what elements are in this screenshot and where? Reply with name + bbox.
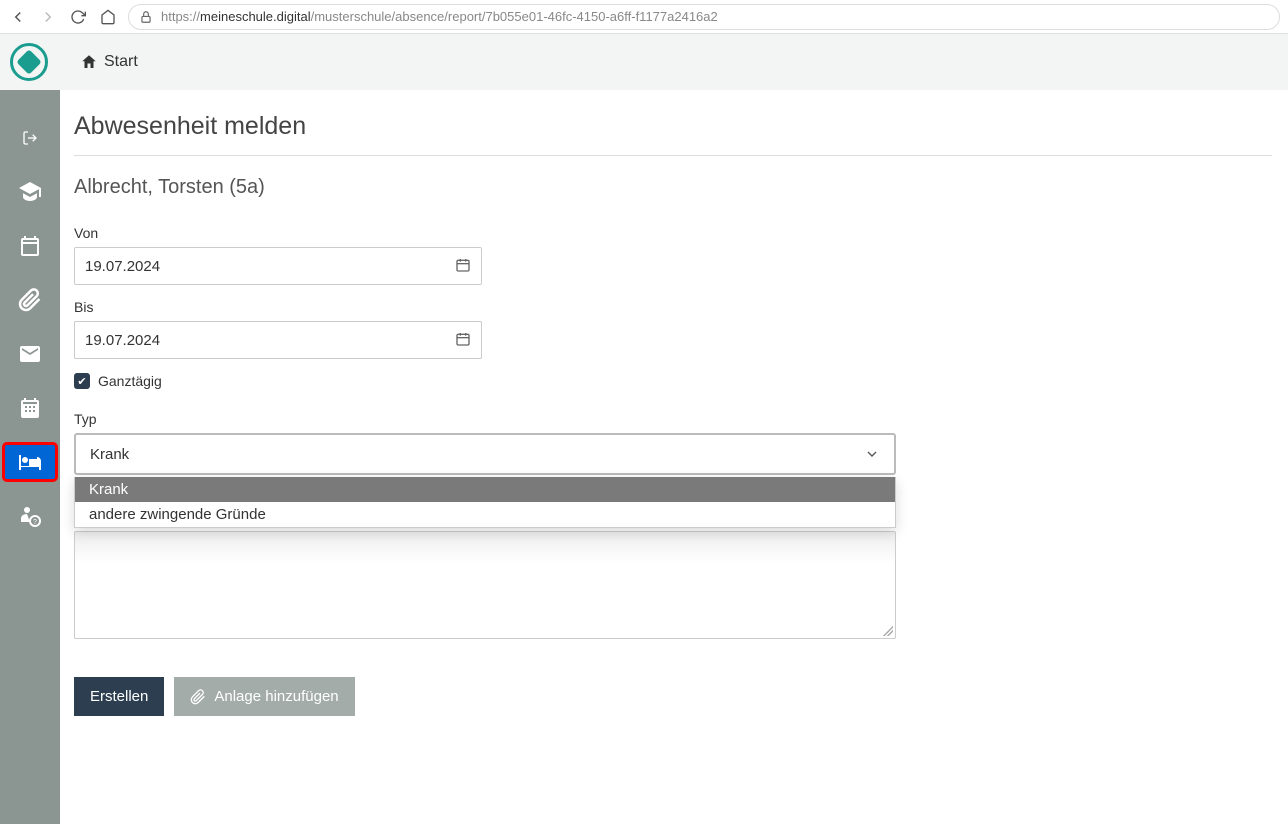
typ-selected-value: Krank (90, 446, 129, 463)
sidebar-item-logout[interactable] (4, 120, 56, 156)
sidebar-item-absence[interactable] (4, 444, 56, 480)
sidebar: ? (0, 90, 60, 824)
attach-button[interactable]: Anlage hinzufügen (174, 677, 354, 716)
breadcrumb-label: Start (104, 53, 138, 71)
browser-toolbar: https://meineschule.digital/musterschule… (0, 0, 1288, 34)
calendar-icon[interactable] (455, 257, 471, 276)
home-button[interactable] (98, 7, 118, 27)
notes-textarea[interactable] (74, 531, 896, 639)
url-text: https://meineschule.digital/musterschule… (161, 9, 718, 24)
lock-icon (139, 10, 153, 24)
typ-dropdown: Krank andere zwingende Gründe (74, 477, 896, 528)
sidebar-item-schedule[interactable] (4, 390, 56, 426)
page-title: Abwesenheit melden (74, 112, 1272, 156)
student-name: Albrecht, Torsten (5a) (74, 176, 1272, 199)
sidebar-item-calendar[interactable] (4, 228, 56, 264)
chevron-down-icon (864, 446, 880, 462)
paperclip-icon (190, 689, 206, 705)
sidebar-item-paperclip[interactable] (4, 282, 56, 318)
home-icon (80, 53, 98, 71)
von-input[interactable] (74, 247, 482, 285)
attach-label: Anlage hinzufügen (214, 688, 338, 705)
breadcrumb-start[interactable]: Start (80, 53, 138, 71)
back-button[interactable] (8, 7, 28, 27)
create-button[interactable]: Erstellen (74, 677, 164, 716)
svg-text:?: ? (33, 519, 37, 526)
app-header: Start (0, 34, 1288, 90)
main-content: Abwesenheit melden Albrecht, Torsten (5a… (60, 90, 1288, 824)
sidebar-item-graduation[interactable] (4, 174, 56, 210)
typ-option-andere[interactable]: andere zwingende Gründe (75, 502, 895, 527)
allday-checkbox[interactable]: ✔ (74, 373, 90, 389)
typ-option-krank[interactable]: Krank (75, 477, 895, 502)
app-logo[interactable] (10, 43, 48, 81)
forward-button[interactable] (38, 7, 58, 27)
reload-button[interactable] (68, 7, 88, 27)
allday-label: Ganztägig (98, 373, 162, 389)
von-label: Von (74, 225, 1272, 241)
bis-input[interactable] (74, 321, 482, 359)
sidebar-item-person-help[interactable]: ? (4, 498, 56, 534)
von-field[interactable] (85, 258, 455, 275)
typ-select[interactable]: Krank (74, 433, 896, 475)
sidebar-item-mail[interactable] (4, 336, 56, 372)
typ-label: Typ (74, 411, 1272, 427)
bis-field[interactable] (85, 332, 455, 349)
calendar-icon[interactable] (455, 331, 471, 350)
url-bar[interactable]: https://meineschule.digital/musterschule… (128, 4, 1280, 30)
bis-label: Bis (74, 299, 1272, 315)
